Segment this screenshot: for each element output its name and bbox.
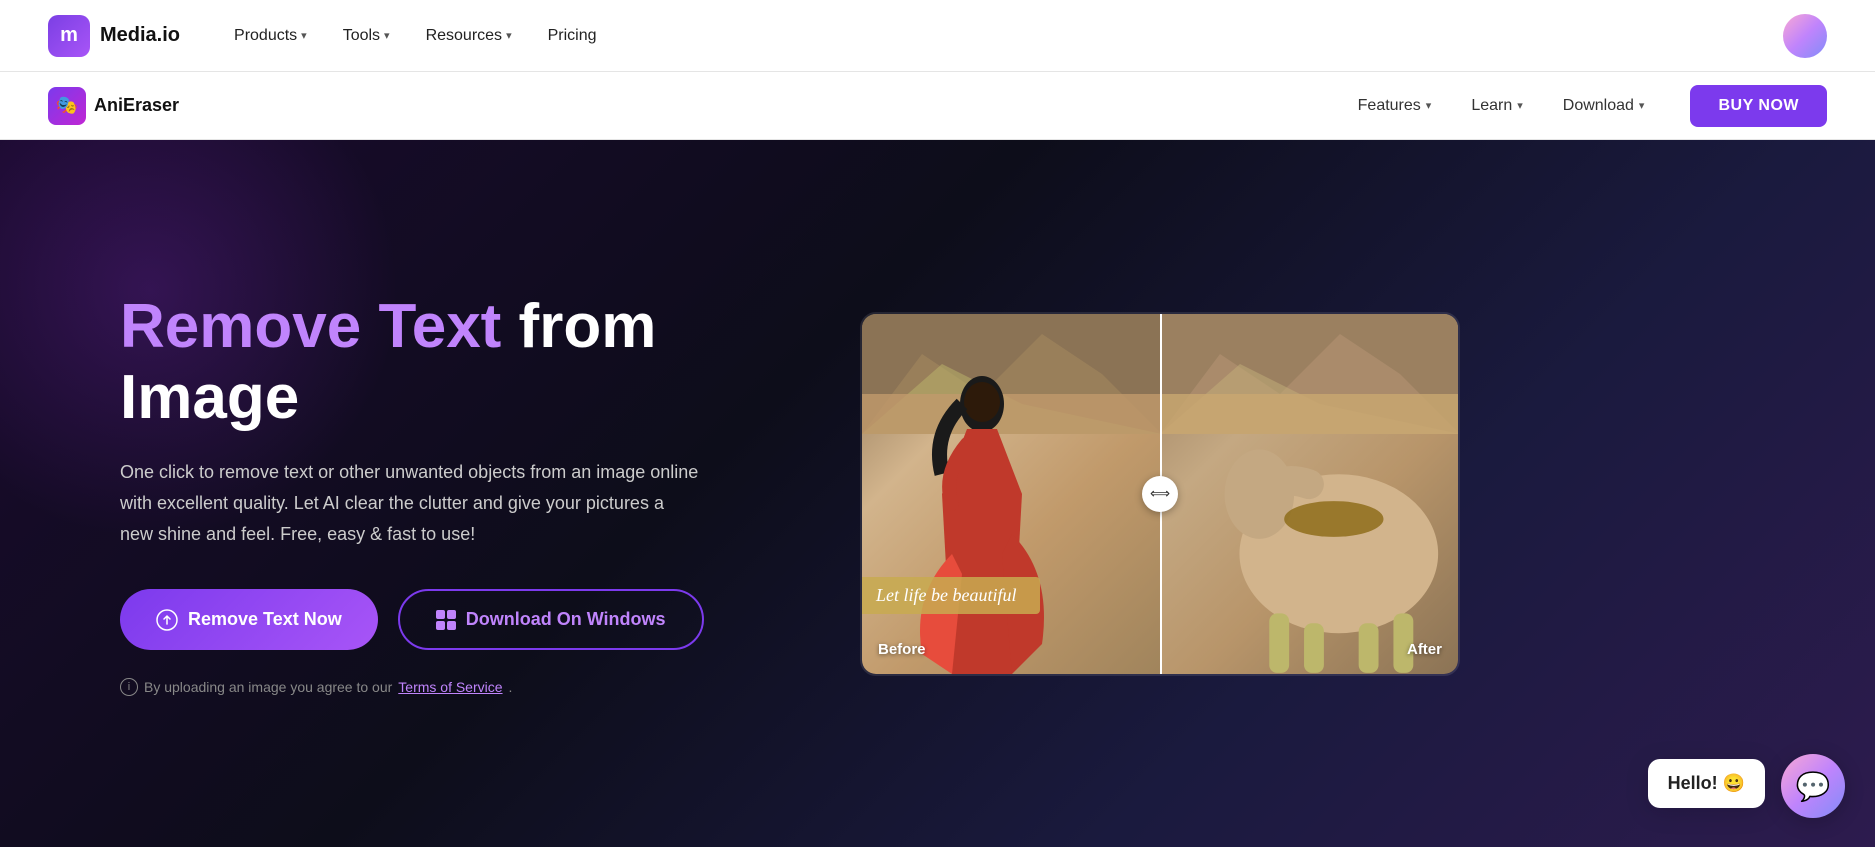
hero-image: Let life be beautiful Before (860, 312, 1755, 676)
chat-hello-bubble: Hello! 😀 (1648, 759, 1765, 808)
upload-icon (156, 609, 178, 631)
top-nav-items: Products ▾ Tools ▾ Resources ▾ Pricing (220, 19, 610, 53)
logo[interactable]: m Media.io (48, 15, 180, 57)
terms-of-service-link[interactable]: Terms of Service (398, 679, 502, 695)
chevron-down-icon: ▾ (506, 29, 512, 42)
image-before: Let life be beautiful Before (862, 314, 1160, 674)
hero-content: Remove Text from Image One click to remo… (120, 291, 780, 696)
secondary-nav-brand: 🎭 AniEraser (48, 87, 179, 125)
info-icon: i (120, 678, 138, 696)
sec-nav-learn[interactable]: Learn ▾ (1453, 89, 1540, 123)
nav-item-pricing[interactable]: Pricing (534, 19, 611, 53)
top-navigation: m Media.io Products ▾ Tools ▾ Resources … (0, 0, 1875, 72)
chat-icon: 💬 (1796, 770, 1831, 803)
nav-label-pricing: Pricing (548, 27, 597, 45)
nav-item-tools[interactable]: Tools ▾ (329, 19, 404, 53)
hero-title-highlight: Remove Text (120, 292, 501, 361)
chevron-down-icon: ▾ (384, 29, 390, 42)
top-nav-left: m Media.io Products ▾ Tools ▾ Resources … (48, 15, 611, 57)
chevron-down-icon: ▾ (301, 29, 307, 42)
hero-description: One click to remove text or other unwant… (120, 457, 700, 549)
image-after: After (1160, 314, 1458, 674)
chevron-down-icon: ▾ (1639, 99, 1645, 112)
avatar[interactable] (1783, 14, 1827, 58)
nav-label-products: Products (234, 27, 297, 45)
logo-icon: m (48, 15, 90, 57)
chevron-down-icon: ▾ (1426, 99, 1432, 112)
app-name: AniEraser (94, 95, 179, 116)
nav-label-tools: Tools (343, 27, 380, 45)
before-after-comparison: Let life be beautiful Before (860, 312, 1460, 676)
chat-open-button[interactable]: 💬 (1781, 754, 1845, 818)
download-windows-button[interactable]: Download On Windows (398, 589, 704, 650)
hero-title-suffix: from (501, 292, 656, 361)
windows-icon (436, 610, 456, 630)
top-nav-right (1783, 14, 1827, 58)
hero-buttons: Remove Text Now Download On Windows (120, 589, 780, 650)
sec-nav-label-download: Download (1563, 97, 1634, 115)
logo-text: Media.io (100, 24, 180, 47)
secondary-nav-items: Features ▾ Learn ▾ Download ▾ BUY NOW (1340, 85, 1827, 127)
comparison-handle[interactable]: ⟺ (1142, 476, 1178, 512)
nav-label-resources: Resources (426, 27, 502, 45)
text-overlay: Let life be beautiful (862, 577, 1040, 614)
comparison-image: Let life be beautiful Before (862, 314, 1458, 674)
terms-notice: i By uploading an image you agree to our… (120, 678, 780, 696)
app-icon: 🎭 (48, 87, 86, 125)
buy-now-button[interactable]: BUY NOW (1690, 85, 1827, 127)
before-label: Before (878, 641, 926, 658)
remove-text-button[interactable]: Remove Text Now (120, 589, 378, 650)
woman-figure-svg (892, 374, 1072, 674)
chevron-down-icon: ▾ (1517, 99, 1523, 112)
sec-nav-label-features: Features (1358, 97, 1421, 115)
hero-title: Remove Text from Image (120, 291, 780, 434)
nav-item-products[interactable]: Products ▾ (220, 19, 321, 53)
horse-figure-svg (1160, 354, 1458, 674)
secondary-navigation: 🎭 AniEraser Features ▾ Learn ▾ Download … (0, 72, 1875, 140)
after-label: After (1407, 641, 1442, 658)
sec-nav-features[interactable]: Features ▾ (1340, 89, 1450, 123)
sec-nav-download[interactable]: Download ▾ (1545, 89, 1663, 123)
hero-section: Remove Text from Image One click to remo… (0, 140, 1875, 847)
hero-title-line2: Image (120, 363, 299, 432)
sec-nav-label-learn: Learn (1471, 97, 1512, 115)
nav-item-resources[interactable]: Resources ▾ (412, 19, 526, 53)
